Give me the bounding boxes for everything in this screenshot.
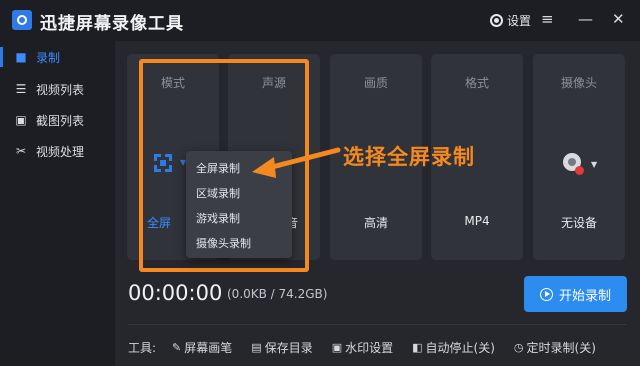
document-icon: ▤ bbox=[251, 340, 262, 354]
tool-label: 定时录制(关) bbox=[526, 340, 596, 355]
watermark-settings-button[interactable]: ▣ 水印设置 bbox=[332, 339, 393, 356]
auto-stop-button[interactable]: ◧ 自动停止(关) bbox=[412, 339, 495, 356]
start-recording-button[interactable]: 开始录制 bbox=[524, 276, 627, 312]
play-icon bbox=[539, 287, 553, 301]
scheduled-recording-button[interactable]: ◷ 定时录制(关) bbox=[514, 339, 596, 356]
storage-info: (0.0KB / 74.2GB) bbox=[227, 287, 328, 301]
pen-icon: ✎ bbox=[172, 340, 182, 354]
start-recording-label: 开始录制 bbox=[558, 288, 611, 304]
recording-timer: 00:00:00 bbox=[128, 281, 223, 305]
watermark-icon: ▣ bbox=[331, 340, 343, 354]
screen-pen-button[interactable]: ✎ 屏幕画笔 bbox=[172, 339, 232, 356]
save-directory-button[interactable]: ▤ 保存目录 bbox=[251, 339, 312, 356]
tools-bar: 工具: ✎ 屏幕画笔 ▤ 保存目录 ▣ 水印设置 ◧ 自动停止(关) ◷ 定时录… bbox=[128, 339, 615, 355]
tool-label: 保存目录 bbox=[264, 340, 313, 355]
tool-label: 水印设置 bbox=[345, 340, 394, 355]
tool-label: 自动停止(关) bbox=[425, 340, 495, 355]
tool-label: 屏幕画笔 bbox=[184, 340, 233, 355]
tools-label: 工具: bbox=[128, 340, 157, 355]
auto-stop-icon: ◧ bbox=[412, 340, 423, 354]
clock-icon: ◷ bbox=[513, 340, 524, 354]
divider bbox=[128, 324, 627, 325]
annotation-text: 选择全屏录制 bbox=[343, 145, 475, 169]
